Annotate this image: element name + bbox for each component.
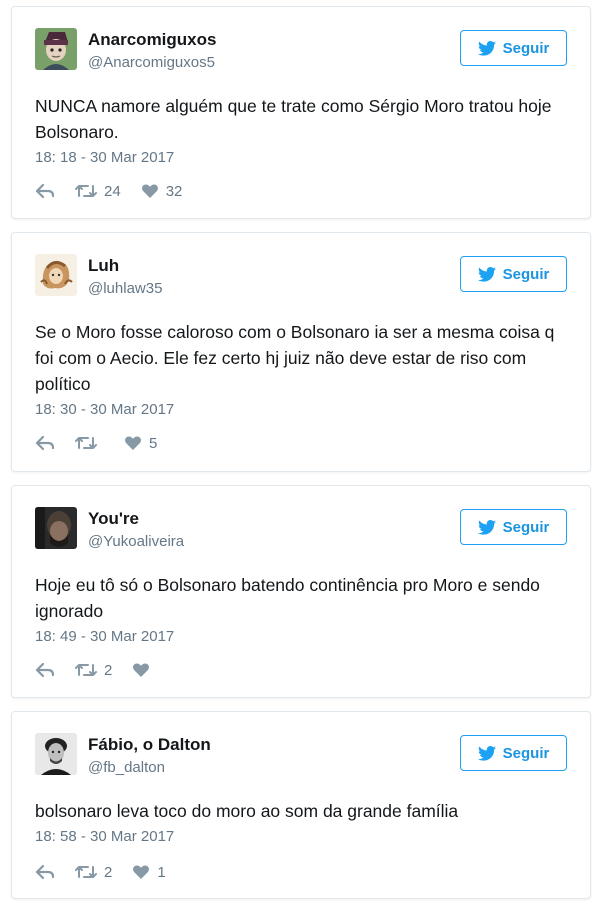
tweet-actions: 5 bbox=[35, 433, 177, 453]
reply-icon bbox=[35, 183, 55, 199]
like-button[interactable]: 32 bbox=[141, 182, 183, 200]
twitter-bird-icon bbox=[477, 519, 496, 535]
follow-label: Seguir bbox=[502, 518, 550, 536]
tweet-text: Hoje eu tô só o Bolsonaro batendo contin… bbox=[35, 575, 540, 621]
heart-icon bbox=[125, 436, 141, 450]
tweet-timestamp[interactable]: 18: 49 - 30 Mar 2017 bbox=[35, 628, 174, 645]
twitter-bird-icon bbox=[477, 266, 496, 282]
twitter-bird-icon bbox=[477, 745, 496, 761]
like-button[interactable]: 1 bbox=[132, 863, 166, 881]
user-handle[interactable]: @Anarcomiguxos5 bbox=[88, 54, 215, 71]
follow-button[interactable]: Seguir bbox=[460, 30, 567, 66]
retweet-icon bbox=[75, 437, 97, 449]
tweet-timestamp[interactable]: 18: 30 - 30 Mar 2017 bbox=[35, 401, 174, 418]
tweet-card: Anarcomiguxos @Anarcomiguxos5 Seguir NUN… bbox=[11, 6, 591, 219]
display-name[interactable]: You're bbox=[88, 509, 139, 529]
like-button[interactable] bbox=[132, 662, 157, 678]
retweet-button[interactable]: 2 bbox=[75, 864, 112, 881]
heart-icon bbox=[133, 663, 150, 677]
follow-button[interactable]: Seguir bbox=[460, 256, 567, 292]
retweet-icon bbox=[75, 866, 97, 878]
tweet-text: Se o Moro fosse caloroso com o Bolsonaro… bbox=[35, 322, 555, 394]
reply-button[interactable] bbox=[35, 864, 55, 880]
tweet-card: You're @Yukoaliveira Seguir Hoje eu tô s… bbox=[11, 485, 591, 698]
avatar[interactable] bbox=[35, 507, 77, 549]
tweet-card: Luh @luhlaw35 Seguir Se o Moro fosse cal… bbox=[11, 232, 591, 472]
follow-label: Seguir bbox=[502, 265, 550, 283]
follow-label: Seguir bbox=[502, 39, 550, 57]
retweet-count: 2 bbox=[104, 661, 113, 679]
retweet-button[interactable] bbox=[75, 435, 104, 451]
tweet-actions: 24 32 bbox=[35, 181, 202, 201]
retweet-button[interactable]: 2 bbox=[75, 662, 112, 679]
twitter-bird-icon bbox=[477, 40, 496, 56]
follow-button[interactable]: Seguir bbox=[460, 509, 567, 545]
retweet-button[interactable]: 24 bbox=[75, 183, 121, 200]
reply-button[interactable] bbox=[35, 183, 55, 199]
tweet-card: Fábio, o Dalton @fb_dalton Seguir bolson… bbox=[11, 711, 591, 899]
like-count: 5 bbox=[149, 434, 158, 452]
like-button[interactable]: 5 bbox=[124, 435, 157, 452]
like-count: 32 bbox=[165, 182, 183, 200]
reply-button[interactable] bbox=[35, 435, 55, 451]
tweet-text: bolsonaro leva toco do moro ao som da gr… bbox=[35, 801, 459, 821]
display-name[interactable]: Anarcomiguxos bbox=[88, 30, 216, 50]
tweet-timestamp[interactable]: 18: 58 - 30 Mar 2017 bbox=[35, 828, 174, 845]
like-count: 1 bbox=[157, 863, 166, 881]
tweet-actions: 2 1 bbox=[35, 862, 186, 882]
tweet-feed: Anarcomiguxos @Anarcomiguxos5 Seguir NUN… bbox=[0, 0, 600, 905]
follow-button[interactable]: Seguir bbox=[460, 735, 567, 771]
tweet-actions: 2 bbox=[35, 660, 177, 680]
avatar[interactable] bbox=[35, 28, 77, 70]
user-handle[interactable]: @Yukoaliveira bbox=[88, 533, 184, 550]
reply-icon bbox=[35, 435, 55, 451]
retweet-icon bbox=[75, 664, 97, 676]
follow-label: Seguir bbox=[502, 744, 550, 762]
avatar[interactable] bbox=[35, 254, 77, 296]
reply-icon bbox=[35, 864, 55, 880]
retweet-count: 2 bbox=[104, 863, 113, 881]
user-handle[interactable]: @luhlaw35 bbox=[88, 280, 162, 297]
user-handle[interactable]: @fb_dalton bbox=[88, 759, 165, 776]
reply-icon bbox=[35, 662, 55, 678]
retweet-icon bbox=[75, 185, 97, 197]
reply-button[interactable] bbox=[35, 662, 55, 678]
display-name[interactable]: Fábio, o Dalton bbox=[88, 735, 211, 755]
retweet-count: 24 bbox=[104, 182, 121, 200]
tweet-timestamp[interactable]: 18: 18 - 30 Mar 2017 bbox=[35, 149, 174, 166]
tweet-text: NUNCA namore alguém que te trate como Sé… bbox=[35, 96, 552, 142]
heart-icon bbox=[133, 865, 150, 879]
heart-icon bbox=[141, 184, 158, 198]
display-name[interactable]: Luh bbox=[88, 256, 119, 276]
avatar[interactable] bbox=[35, 733, 77, 775]
